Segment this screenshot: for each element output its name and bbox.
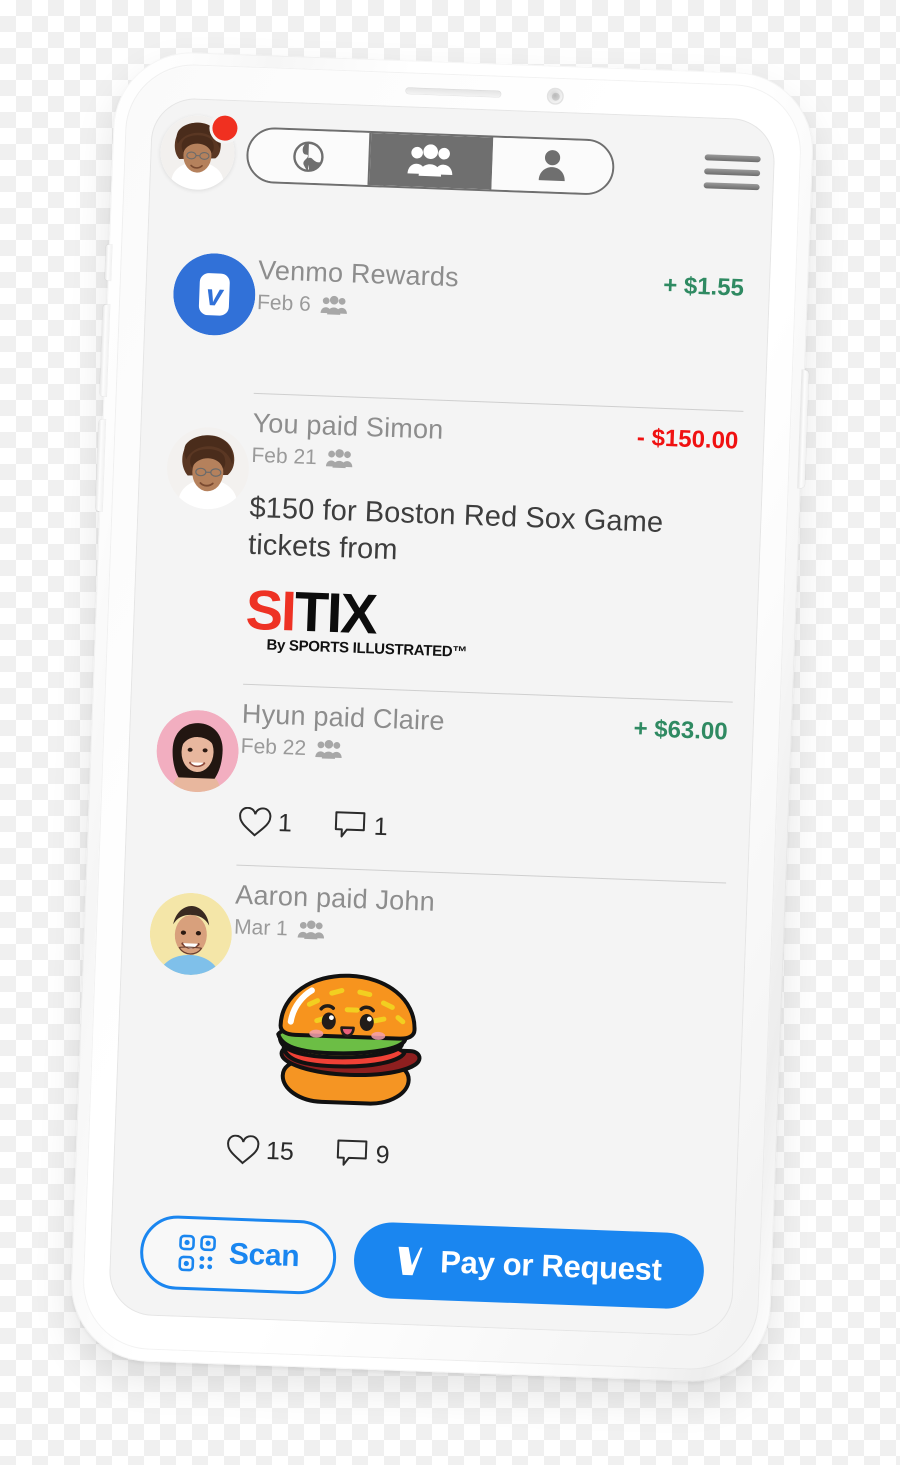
feed-row-body: 15 9 — [224, 956, 722, 1211]
like-count: 1 — [277, 808, 293, 838]
feed-item-aaron-paid-john[interactable]: Aaron paid John Mar 1 15 9 — [112, 861, 748, 1212]
feed-item-hyun-paid-claire[interactable]: Hyun paid Claire Feb 22 + $63.00 1 1 — [125, 680, 755, 884]
pay-or-request-label: Pay or Request — [439, 1244, 663, 1288]
hamburger-line — [704, 168, 761, 177]
qr-scan-icon — [178, 1234, 216, 1272]
tab-friends[interactable] — [369, 133, 494, 190]
profile-avatar-wrapper[interactable] — [159, 114, 238, 191]
transaction-amount: + $63.00 — [633, 715, 729, 746]
feed-row-texts: You paid Simon Feb 21 — [251, 408, 638, 482]
hamburger-line — [704, 154, 761, 163]
avatar-photo-man-yellow-icon — [148, 891, 234, 977]
avatar-venmo-logo[interactable]: v — [172, 252, 257, 337]
transaction-note: $150 for Boston Red Sox Game tickets fro… — [247, 491, 664, 567]
audience-tab-bar[interactable] — [245, 126, 616, 196]
avatar-hyun[interactable] — [155, 708, 241, 794]
phone-mockup: v Venmo Rewards Feb 6 + $1.55 You paid S… — [68, 49, 816, 1385]
burger-emoji-icon — [251, 957, 722, 1131]
like-count: 15 — [265, 1136, 295, 1166]
transaction-feed: v Venmo Rewards Feb 6 + $1.55 You paid S… — [112, 205, 772, 1212]
transaction-date: Feb 6 — [256, 290, 312, 316]
comment-bubble-icon — [334, 811, 366, 838]
single-person-icon — [538, 150, 565, 182]
like-button[interactable]: 1 — [237, 807, 292, 839]
avatar-photo-curly-woman-icon — [165, 425, 251, 511]
scan-button[interactable]: Scan — [138, 1214, 338, 1296]
feed-row-texts: Aaron paid John Mar 1 — [234, 880, 722, 958]
comment-bubble-icon — [336, 1139, 368, 1167]
transaction-date: Feb 21 — [251, 443, 318, 470]
reaction-bar: 15 9 — [224, 1134, 716, 1211]
phone-screen: v Venmo Rewards Feb 6 + $1.55 You paid S… — [107, 96, 777, 1338]
avatar-simon-payer[interactable] — [165, 425, 251, 511]
feed-row-texts: Hyun paid Claire Feb 22 — [240, 699, 634, 773]
sitix-logo: SITIX By SPORTS ILLUSTRATED™ — [244, 578, 469, 661]
group-people-icon — [326, 449, 353, 469]
transaction-date: Feb 22 — [240, 735, 307, 761]
heart-icon — [239, 807, 272, 837]
pay-or-request-button[interactable]: Pay or Request — [352, 1221, 706, 1310]
group-people-icon — [407, 144, 453, 177]
transaction-amount: - $150.00 — [636, 424, 739, 455]
app-header — [149, 97, 777, 228]
avatar-photo-woman-pink-icon — [155, 708, 241, 794]
notification-badge — [211, 115, 238, 142]
comment-count: 9 — [375, 1140, 391, 1170]
group-people-icon — [297, 920, 324, 940]
group-people-icon — [320, 295, 347, 315]
avatar-aaron[interactable] — [148, 891, 234, 977]
like-button[interactable]: 15 — [225, 1134, 295, 1167]
comment-button[interactable]: 1 — [333, 810, 388, 842]
feed-item-venmo-rewards[interactable]: v Venmo Rewards Feb 6 + $1.55 — [142, 251, 771, 412]
feed-item-you-paid-simon[interactable]: You paid Simon Feb 21 - $150.00 $150 for… — [131, 389, 765, 703]
feed-row-body: $150 for Boston Red Sox Game tickets fro… — [243, 490, 740, 702]
group-people-icon — [315, 740, 342, 760]
sitix-si-text: SI — [244, 578, 296, 643]
hamburger-menu-icon[interactable] — [703, 151, 761, 193]
comment-count: 1 — [373, 812, 389, 841]
hamburger-line — [703, 182, 760, 191]
comment-button[interactable]: 9 — [335, 1139, 390, 1171]
sitix-tix-text: TIX — [293, 579, 377, 646]
tab-private[interactable] — [491, 137, 614, 194]
globe-icon — [293, 141, 324, 172]
transaction-amount: + $1.55 — [662, 271, 745, 302]
venmo-logo-icon: v — [173, 253, 256, 336]
tab-public[interactable] — [247, 128, 372, 185]
bottom-action-bar: Scan Pay or Request — [109, 1212, 735, 1311]
scan-button-label: Scan — [228, 1237, 300, 1274]
transaction-date: Mar 1 — [233, 915, 289, 941]
heart-icon — [227, 1134, 260, 1165]
venmo-v-icon — [398, 1246, 423, 1276]
